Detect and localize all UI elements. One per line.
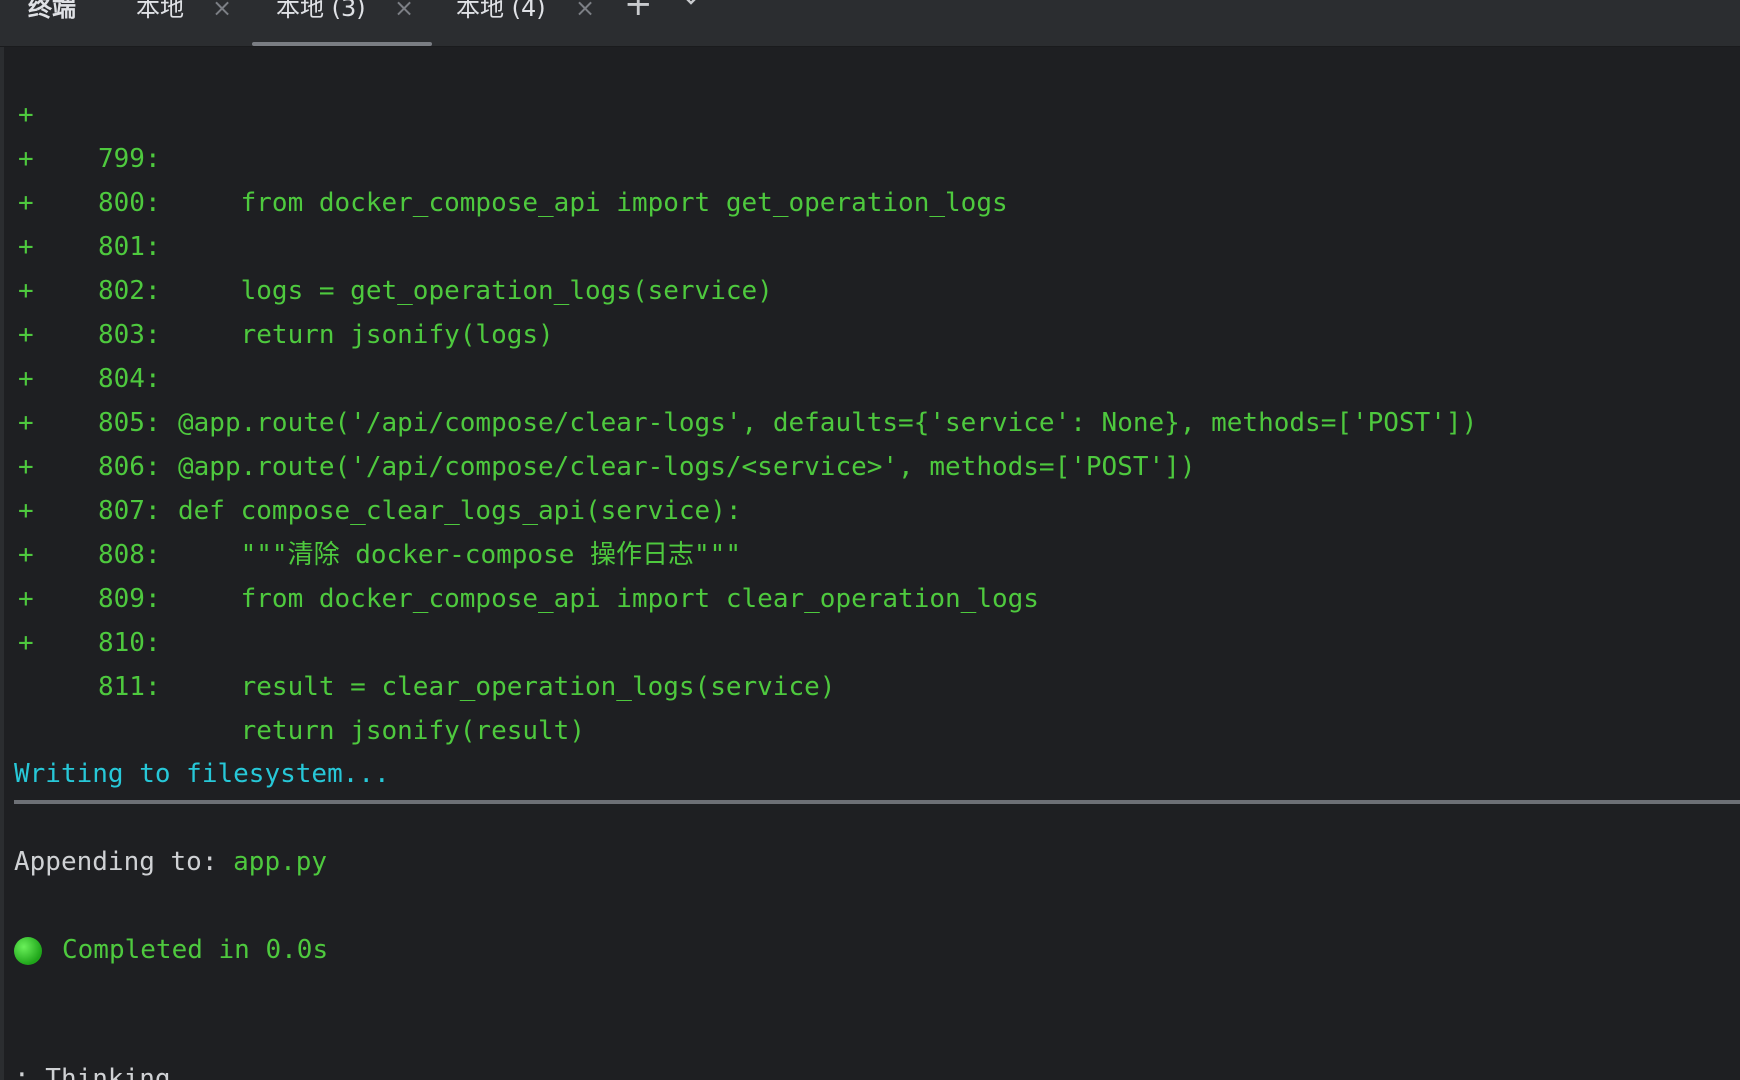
diff-line: + 810: result = clear_operation_logs(ser… — [18, 533, 835, 702]
code-text: """清除 docker-compose 操作日志""" — [178, 540, 741, 570]
diff-line: + 811: return jsonify(result) — [18, 577, 585, 746]
line-number: 811: — [98, 672, 161, 702]
line-number: 810: — [98, 628, 161, 658]
new-tab-plus-icon[interactable]: + — [624, 0, 653, 27]
diff-line: + 805: @app.route('/api/compose/clear-lo… — [18, 313, 1195, 482]
append-label: Appending to: — [14, 847, 234, 877]
line-number: 806: — [98, 452, 161, 482]
diff-line: + 800: — [18, 93, 161, 218]
diff-line: + 799: from docker_compose_api import ge… — [18, 49, 1008, 218]
success-dot-icon — [14, 937, 42, 965]
terminal-output[interactable]: + 799: from docker_compose_api import ge… — [0, 47, 1740, 1080]
diff-line: + 809: — [18, 489, 161, 614]
code-text: result = clear_operation_logs(service) — [178, 672, 836, 702]
line-number: 809: — [98, 584, 161, 614]
diff-line: + 806: def compose_clear_logs_api(servic… — [18, 357, 742, 526]
diff-add-marker: + — [18, 628, 34, 658]
diff-line: + 801: logs = get_operation_logs(service… — [18, 137, 773, 306]
diff-line: + 807: """清除 docker-compose 操作日志""" — [18, 401, 741, 570]
active-tab-indicator — [252, 42, 432, 46]
terminal-title: 终端 — [28, 0, 76, 22]
line-number: 800: — [98, 188, 161, 218]
diff-line: + 802: return jsonify(logs) — [18, 181, 554, 350]
tab-local-4[interactable]: 本地 (4) — [456, 0, 546, 31]
append-filename: app.py — [233, 847, 328, 877]
line-number: 805: — [98, 408, 161, 438]
line-number: 807: — [98, 496, 161, 526]
tab-local-4-close-icon[interactable]: × — [575, 0, 595, 31]
completed-status: Completed in 0.0s — [62, 935, 329, 965]
terminal-tab-bar: 终端 本地 × 本地 (3) × 本地 (4) × + — [0, 0, 1740, 47]
code-text: @app.route('/api/compose/clear-logs/<ser… — [178, 452, 1196, 482]
code-text: def compose_clear_logs_api(service): — [178, 496, 742, 526]
line-number: 801: — [98, 232, 161, 262]
line-number: 808: — [98, 540, 161, 570]
code-text: @app.route('/api/compose/clear-logs', de… — [178, 408, 1478, 438]
output-divider — [14, 800, 1740, 804]
tab-local-close-icon[interactable]: × — [212, 0, 232, 31]
line-number: 799: — [98, 144, 161, 174]
code-text: return jsonify(result) — [178, 716, 585, 746]
append-status: Appending to: app.py — [14, 840, 327, 884]
tab-local[interactable]: 本地 — [136, 0, 184, 31]
tab-local-3-close-icon[interactable]: × — [394, 0, 414, 31]
tab-local-3[interactable]: 本地 (3) — [276, 0, 366, 31]
code-text: return jsonify(logs) — [178, 320, 554, 350]
line-number: 803: — [98, 320, 161, 350]
chevron-down-icon[interactable] — [680, 0, 702, 6]
code-text: from docker_compose_api import get_opera… — [178, 188, 1008, 218]
diff-line: + 808: from docker_compose_api import cl… — [18, 445, 1039, 614]
thinking-status: ∴ Thinking — [14, 1064, 171, 1080]
diff-line: + 803: — [18, 225, 161, 350]
code-text: logs = get_operation_logs(service) — [178, 276, 773, 306]
code-text: from docker_compose_api import clear_ope… — [178, 584, 1039, 614]
line-number: 802: — [98, 276, 161, 306]
writing-status: Writing to filesystem... — [14, 759, 390, 789]
diff-line: + 804: @app.route('/api/compose/clear-lo… — [18, 269, 1477, 438]
line-number: 804: — [98, 364, 161, 394]
